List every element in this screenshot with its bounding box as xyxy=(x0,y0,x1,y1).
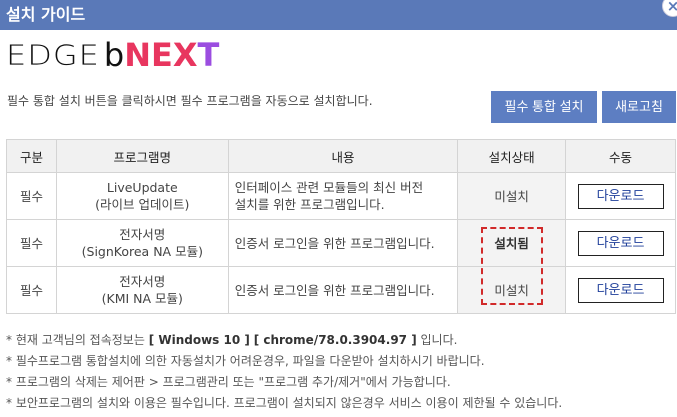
header-content: 내용 xyxy=(227,139,459,173)
row-action: 다운로드 xyxy=(565,219,676,267)
note-text: 입니다. xyxy=(416,333,458,347)
row-program-name: LiveUpdate (라이브 업데이트) xyxy=(55,172,229,220)
logo-edge-text: EDGE xyxy=(6,38,100,72)
header-program-name: 프로그램명 xyxy=(55,139,229,173)
edge-next-logo: EDGE b NEXT xyxy=(6,36,219,74)
row-type: 필수 xyxy=(6,219,57,267)
download-button[interactable]: 다운로드 xyxy=(577,230,664,256)
note-os: [ Windows 10 ] xyxy=(148,333,250,347)
table-row: 필수 LiveUpdate (라이브 업데이트) 인터페이스 관련 모듈들의 최… xyxy=(6,172,676,220)
content-line: 설치를 위한 프로그램입니다. xyxy=(234,197,385,212)
row-status: 미설치 xyxy=(457,172,567,220)
logo-x-text: X xyxy=(172,36,198,74)
window-title: 설치 가이드 xyxy=(6,5,86,24)
install-all-button[interactable]: 필수 통합 설치 xyxy=(491,91,597,123)
content-line: 인터페이스 관련 모듈들의 최신 버전 xyxy=(234,180,424,195)
download-button[interactable]: 다운로드 xyxy=(577,277,664,303)
window-titlebar: 설치 가이드 xyxy=(0,0,677,30)
program-table: 구분 프로그램명 내용 설치상태 수동 필수 LiveUpdate (라이브 업… xyxy=(6,139,676,314)
note-line: * 프로그램의 삭제는 제어판 > 프로그램관리 또는 "프로그램 추가/제거"… xyxy=(6,375,451,389)
note-connection-info: * 현재 고객님의 접속정보는 [ Windows 10 ] [ chrome/… xyxy=(6,330,562,351)
program-name: LiveUpdate xyxy=(106,180,178,195)
row-program-name: 전자서명 (KMI NA 모듈) xyxy=(55,266,229,314)
row-type: 필수 xyxy=(6,266,57,314)
note-browser: [ chrome/78.0.3904.97 ] xyxy=(253,333,417,347)
logo-b-text: b xyxy=(103,36,125,74)
table-header-row: 구분 프로그램명 내용 설치상태 수동 xyxy=(6,139,676,173)
header-install-status: 설치상태 xyxy=(457,139,567,173)
install-description: 필수 통합 설치 버튼을 클릭하시면 필수 프로그램을 자동으로 설치합니다. xyxy=(7,94,373,108)
table-row: 필수 전자서명 (KMI NA 모듈) 인증서 로그인을 위한 프로그램입니다.… xyxy=(6,266,676,314)
header-type: 구분 xyxy=(6,139,57,173)
logo-t-text: T xyxy=(197,36,220,74)
program-name: 전자서명 xyxy=(119,274,166,289)
header-manual: 수동 xyxy=(565,139,676,173)
note-line: * 보안프로그램의 설치와 이용은 필수입니다. 프로그램이 설치되지 않은경우… xyxy=(6,396,563,410)
logo-next-text: NEXT xyxy=(124,36,219,74)
program-name-sub: (SignKorea NA 모듈) xyxy=(81,244,203,259)
program-name-sub: (라이브 업데이트) xyxy=(95,197,190,212)
row-type: 필수 xyxy=(6,172,57,220)
row-content: 인터페이스 관련 모듈들의 최신 버전 설치를 위한 프로그램입니다. xyxy=(227,172,459,220)
row-action: 다운로드 xyxy=(565,172,676,220)
row-action: 다운로드 xyxy=(565,266,676,314)
row-program-name: 전자서명 (SignKorea NA 모듈) xyxy=(55,219,229,267)
row-content: 인증서 로그인을 위한 프로그램입니다. xyxy=(227,219,459,267)
refresh-button[interactable]: 새로고침 xyxy=(602,91,676,123)
download-button[interactable]: 다운로드 xyxy=(577,183,664,209)
note-text: * 현재 고객님의 접속정보는 xyxy=(6,333,149,347)
table-row: 필수 전자서명 (SignKorea NA 모듈) 인증서 로그인을 위한 프로… xyxy=(6,219,676,267)
logo-ne-text: NE xyxy=(124,36,173,74)
program-name-sub: (KMI NA 모듈) xyxy=(101,291,183,306)
program-name: 전자서명 xyxy=(119,227,166,242)
note-line: * 필수프로그램 통합설치에 의한 자동설치가 어려운경우, 파일을 다운받아 … xyxy=(6,354,485,368)
notes: * 현재 고객님의 접속정보는 [ Windows 10 ] [ chrome/… xyxy=(6,330,562,414)
status-highlight-box xyxy=(481,227,543,305)
row-content: 인증서 로그인을 위한 프로그램입니다. xyxy=(227,266,459,314)
